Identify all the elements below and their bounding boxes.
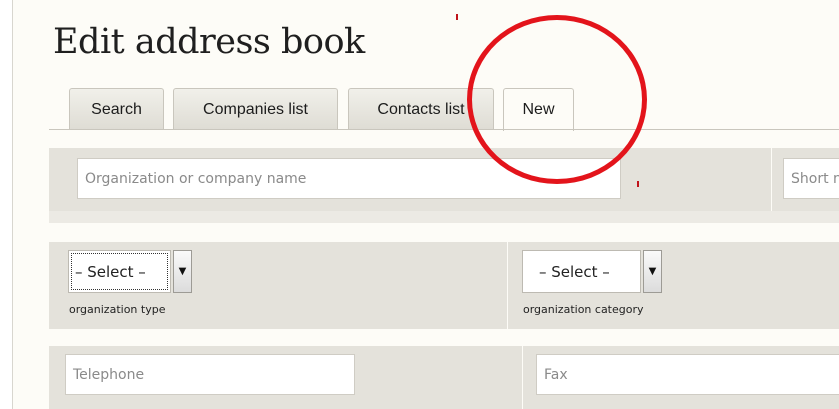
organization-category-select[interactable]: – Select – ▼: [522, 250, 662, 293]
short-name-input[interactable]: Short n: [783, 158, 839, 199]
annotation-mark: [637, 181, 639, 187]
row-spacer: [49, 211, 839, 223]
page-title: Edit address book: [53, 22, 365, 62]
tab-underline: [49, 129, 839, 130]
tab-companies-list[interactable]: Companies list: [173, 88, 338, 130]
chevron-down-icon[interactable]: ▼: [643, 250, 662, 293]
telephone-input[interactable]: Telephone: [65, 354, 355, 395]
organization-type-caption: organization type: [69, 303, 166, 316]
organization-type-value: – Select –: [68, 250, 171, 293]
column-divider: [771, 148, 772, 211]
column-divider: [522, 346, 523, 409]
page: Edit address book Search Companies list …: [12, 0, 839, 409]
annotation-mark: [456, 14, 458, 20]
column-divider: [507, 242, 508, 329]
annotation-circle: [467, 15, 647, 184]
fax-input[interactable]: Fax: [536, 354, 839, 395]
tab-search[interactable]: Search: [69, 88, 164, 130]
organization-type-select[interactable]: – Select – ▼: [68, 250, 192, 293]
chevron-down-icon[interactable]: ▼: [173, 250, 192, 293]
organization-category-caption: organization category: [523, 303, 644, 316]
organization-category-value: – Select –: [522, 250, 641, 293]
